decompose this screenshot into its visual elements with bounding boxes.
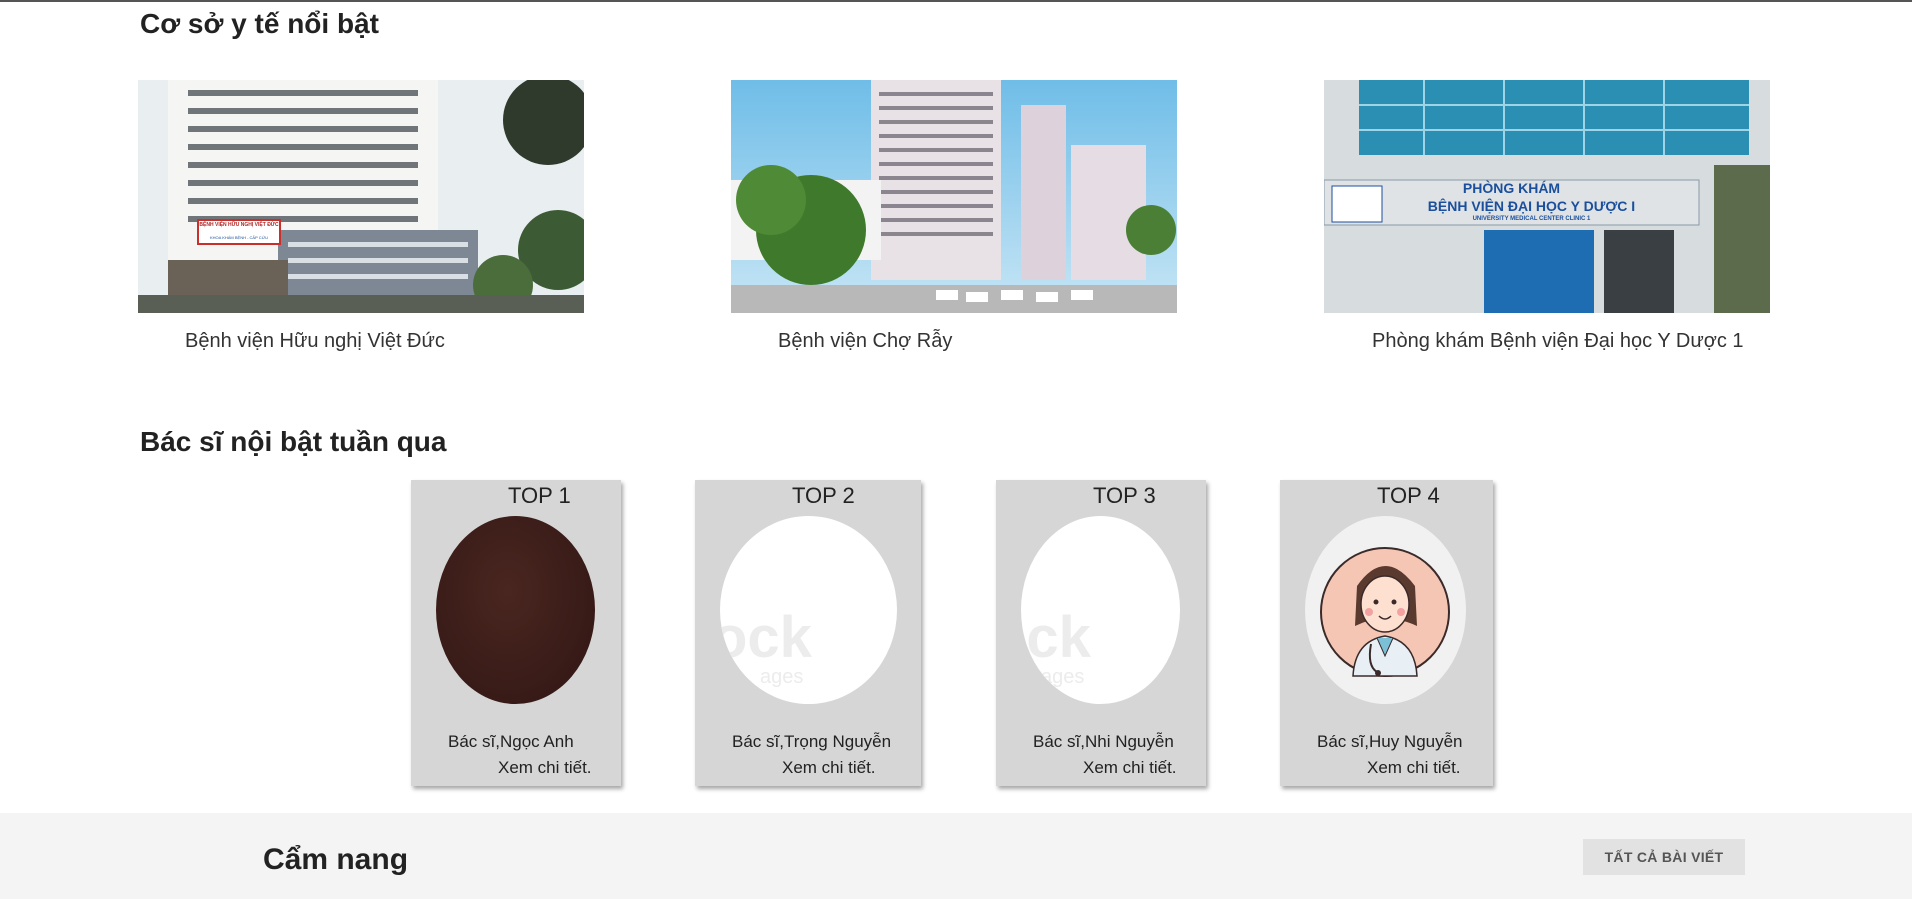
- stock-watermark-sub: ages: [1041, 666, 1085, 688]
- doctor-cartoon-icon: [1320, 547, 1450, 677]
- doctor-avatar[interactable]: [436, 516, 595, 704]
- facility-photo[interactable]: [731, 80, 1177, 313]
- doctor-rank: TOP 1: [508, 483, 571, 508]
- guide-section-title: Cẩm nang: [263, 843, 409, 876]
- facility-name[interactable]: Phòng khám Bệnh viện Đại học Y Dược 1: [1372, 330, 1744, 353]
- clinic-sign-line2: BỆNH VIỆN ĐẠI HỌC Y DƯỢC I: [1427, 198, 1636, 214]
- doctor-name: Bác sĩ,Nhi Nguyễn: [1033, 732, 1174, 751]
- doctor-rank: TOP 3: [1093, 483, 1156, 508]
- doctor-detail-link[interactable]: Xem chi tiết.: [1083, 758, 1177, 778]
- facility-card[interactable]: PHÒNG KHÁM BỆNH VIỆN ĐẠI HỌC Y DƯỢC I UN…: [1324, 80, 1770, 352]
- stock-watermark-sub: ages: [760, 666, 804, 688]
- stock-watermark: ock: [1021, 605, 1091, 670]
- doctor-card[interactable]: TOP 2 ock ages Bác sĩ,Trọng Nguyễn Xem c…: [695, 480, 921, 786]
- guide-section: Cẩm nang TẤT CẢ BÀI VIẾT: [0, 813, 1912, 899]
- facility-photo[interactable]: BỆNH VIỆN HỮU NGHỊ VIỆT ĐỨC KHOA KHÁM BỆ…: [138, 80, 584, 313]
- top-border: [0, 0, 1912, 2]
- hospital-sign-subtext: KHOA KHÁM BỆNH - CẤP CỨU: [209, 235, 269, 240]
- doctor-card[interactable]: TOP 1 Bác sĩ,Ngọc Anh Xem chi tiết.: [411, 480, 621, 786]
- facility-name[interactable]: Bệnh viện Chợ Rẫy: [778, 330, 952, 353]
- doctor-card[interactable]: TOP 4 Bác sĩ,Huy Nguyễn Xem chi tiết.: [1280, 480, 1493, 786]
- facilities-section-title: Cơ sở y tế nổi bật: [140, 8, 379, 39]
- doctor-rank: TOP 4: [1377, 483, 1440, 508]
- facility-name[interactable]: Bệnh viện Hữu nghị Việt Đức: [185, 330, 445, 353]
- doctor-card[interactable]: TOP 3 ock ages Bác sĩ,Nhi Nguyễn Xem chi…: [996, 480, 1206, 786]
- facility-card[interactable]: Bệnh viện Chợ Rẫy: [731, 80, 1177, 352]
- doctors-section-title: Bác sĩ nội bật tuần qua: [140, 426, 447, 457]
- doctor-name: Bác sĩ,Ngọc Anh: [448, 732, 574, 751]
- hospital-building-image: [731, 80, 1177, 313]
- all-posts-button[interactable]: TẤT CẢ BÀI VIẾT: [1583, 839, 1745, 875]
- doctor-detail-link[interactable]: Xem chi tiết.: [782, 758, 876, 778]
- facility-photo[interactable]: PHÒNG KHÁM BỆNH VIỆN ĐẠI HỌC Y DƯỢC I UN…: [1324, 80, 1770, 313]
- clinic-sign-line3: UNIVERSITY MEDICAL CENTER CLINIC 1: [1472, 216, 1591, 222]
- clinic-building-image: [1324, 80, 1770, 313]
- doctor-detail-link[interactable]: Xem chi tiết.: [498, 758, 592, 778]
- doctor-avatar[interactable]: ock ages: [1021, 516, 1180, 704]
- doctor-detail-link[interactable]: Xem chi tiết.: [1367, 758, 1461, 778]
- doctor-avatar[interactable]: ock ages: [720, 516, 897, 704]
- doctor-avatar[interactable]: [1305, 516, 1466, 704]
- stock-watermark: ock: [720, 605, 812, 670]
- facility-card[interactable]: BỆNH VIỆN HỮU NGHỊ VIỆT ĐỨC KHOA KHÁM BỆ…: [138, 80, 584, 352]
- doctor-name: Bác sĩ,Trọng Nguyễn: [732, 732, 892, 751]
- hospital-building-image: [138, 80, 584, 313]
- doctor-rank: TOP 2: [792, 483, 855, 508]
- clinic-sign-line1: PHÒNG KHÁM: [1462, 180, 1561, 196]
- hospital-sign-text: BỆNH VIỆN HỮU NGHỊ VIỆT ĐỨC: [199, 222, 279, 228]
- doctor-name: Bác sĩ,Huy Nguyễn: [1317, 732, 1463, 751]
